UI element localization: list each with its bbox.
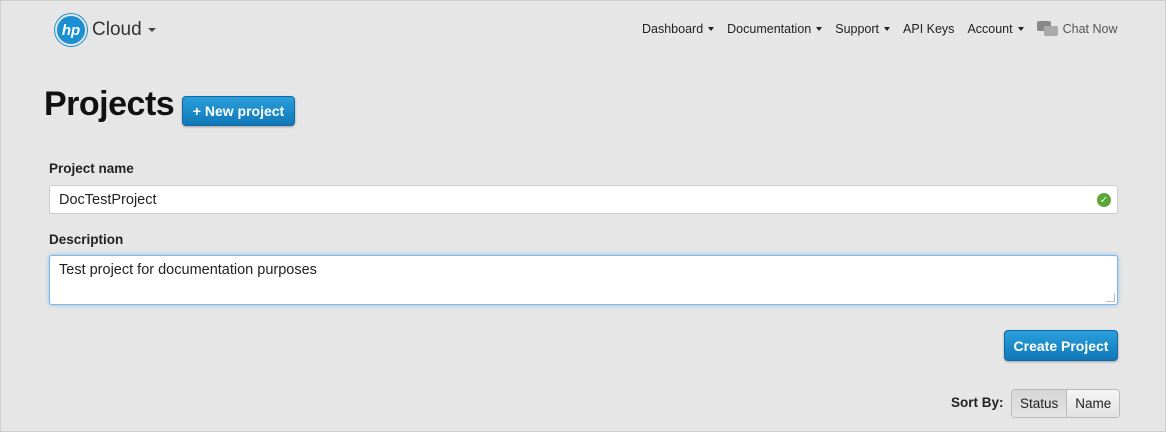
sort-toggle: Status Name [1011, 389, 1121, 418]
nav-api-keys-label: API Keys [903, 22, 955, 36]
new-project-button[interactable]: + New project [182, 96, 295, 126]
nav-support[interactable]: Support [835, 22, 891, 36]
nav-account[interactable]: Account [967, 22, 1024, 36]
project-name-value: DocTestProject [59, 191, 157, 208]
nav-api-keys[interactable]: API Keys [903, 22, 954, 36]
project-name-field[interactable]: DocTestProject ✓ [49, 185, 1118, 214]
page-title: Projects [44, 85, 175, 123]
hp-logo-icon: hp [55, 14, 87, 46]
hp-cloud-logo[interactable]: hp Cloud [55, 14, 156, 46]
sort-option-status[interactable]: Status [1012, 390, 1068, 417]
nav-documentation-label: Documentation [727, 22, 812, 36]
resize-handle-icon[interactable] [1106, 293, 1115, 302]
check-circle-icon: ✓ [1097, 193, 1111, 207]
nav-documentation[interactable]: Documentation [727, 22, 823, 36]
chevron-down-icon [147, 28, 156, 32]
nav-dashboard-label: Dashboard [642, 22, 704, 36]
description-label: Description [49, 232, 124, 247]
nav-dashboard[interactable]: Dashboard [642, 22, 715, 36]
chevron-down-icon [884, 27, 891, 31]
description-field[interactable]: Test project for documentation purposes [49, 255, 1118, 305]
top-nav: Dashboard Documentation Support API Keys… [642, 21, 1118, 37]
window-frame [0, 0, 1166, 432]
sort-by-label: Sort By: [951, 395, 1004, 410]
description-value: Test project for documentation purposes [59, 262, 317, 278]
create-project-button[interactable]: Create Project [1004, 330, 1118, 361]
nav-account-label: Account [967, 22, 1013, 36]
brand-name: Cloud [92, 19, 142, 40]
chevron-down-icon [1017, 27, 1024, 31]
chat-now-label: Chat Now [1062, 22, 1118, 36]
chat-now-link[interactable]: Chat Now [1036, 21, 1118, 37]
nav-support-label: Support [835, 22, 880, 36]
chevron-down-icon [708, 27, 715, 31]
sort-option-name[interactable]: Name [1067, 390, 1120, 417]
chat-bubbles-icon [1036, 21, 1059, 37]
chevron-down-icon [816, 27, 823, 31]
project-name-label: Project name [49, 161, 134, 176]
